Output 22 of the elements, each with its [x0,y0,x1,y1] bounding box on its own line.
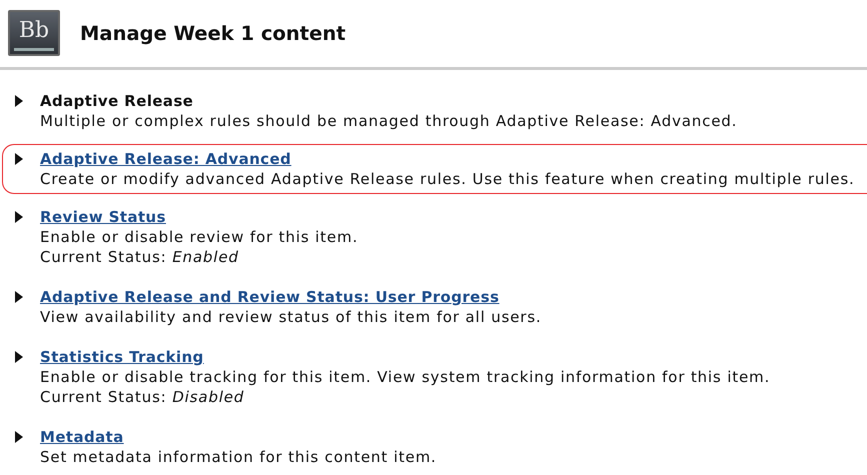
expand-arrow-icon[interactable] [15,291,23,303]
option-link[interactable]: Review Status [40,207,358,227]
current-status: Current Status: Disabled [40,387,246,407]
expand-arrow-icon[interactable] [15,153,23,165]
option-description: View availability and review status of this item for all users. [40,307,542,327]
page-title: Manage Week 1 content [80,22,346,44]
option-link[interactable]: Metadata [40,427,437,447]
option-link[interactable]: Statistics Tracking [40,347,770,367]
current-status: Current Status: Enabled [40,247,240,267]
option-link[interactable]: Adaptive Release and Review Status: User Progress [40,287,542,307]
expand-arrow-icon[interactable] [15,351,23,363]
option-description: Enable or disable tracking for this item. View system tracking information for this item. [40,367,770,387]
option-description: Set metadata information for this content item. [40,447,437,467]
option-description: Multiple or complex rules should be managed through Adaptive Release: Advanced. [40,111,738,131]
option-link[interactable]: Adaptive Release: Advanced [40,149,855,169]
expand-arrow-icon[interactable] [15,431,23,443]
expand-arrow-icon[interactable] [15,211,23,223]
logo: Bb [8,10,60,56]
option-description: Create or modify advanced Adaptive Release rules. Use this feature when creating multiple rules. [40,169,855,189]
option-description: Enable or disable review for this item. [40,227,358,247]
option-title: Adaptive Release [40,91,194,111]
expand-arrow-icon[interactable] [15,95,23,107]
